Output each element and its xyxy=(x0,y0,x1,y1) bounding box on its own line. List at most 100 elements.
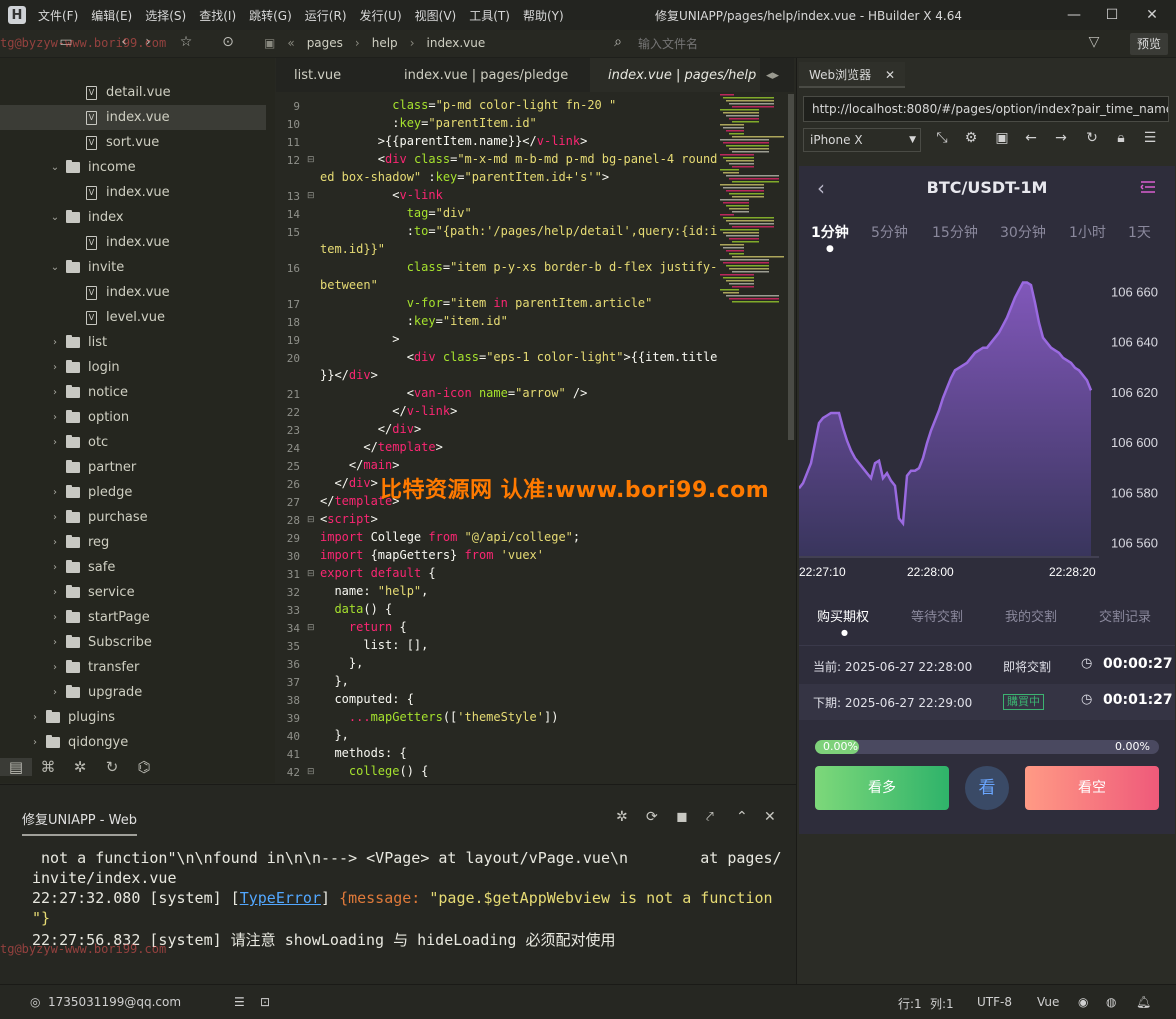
buy-short-button[interactable]: 看空 xyxy=(1025,766,1159,810)
period-15m[interactable]: 15分钟 xyxy=(932,222,978,242)
fold-icon[interactable]: ⊟ xyxy=(307,767,315,777)
menu-edit[interactable]: 编辑(E) xyxy=(91,7,132,24)
fold-icon[interactable]: ⊟ xyxy=(307,569,315,579)
star-icon[interactable]: ☆ xyxy=(176,34,196,50)
menu-help[interactable]: 帮助(Y) xyxy=(523,7,564,24)
plugin-tab-icon[interactable]: ⌬ xyxy=(128,758,160,776)
price-chart[interactable]: 106 660 106 640 106 620 106 600 106 580 106 5… xyxy=(799,270,1175,590)
screenshot-icon[interactable]: ⤡ xyxy=(931,130,953,146)
period-1m[interactable]: 1分钟 xyxy=(811,222,849,242)
settings-gear-icon[interactable]: ⚙ xyxy=(960,130,982,146)
search-tab-icon[interactable]: ⌘ xyxy=(32,758,64,776)
tree-item[interactable]: Vindex.vue xyxy=(0,280,266,305)
tree-item[interactable]: › plugins xyxy=(0,705,266,730)
breadcrumb-back-icon[interactable]: « xyxy=(287,36,294,50)
chevron-right-icon[interactable]: › xyxy=(48,587,62,598)
tree-item[interactable]: › startPage xyxy=(0,605,266,630)
tree-item[interactable]: Vindex.vue xyxy=(0,105,266,130)
menu-goto[interactable]: 跳转(G) xyxy=(249,7,292,24)
period-1h[interactable]: 1小时 xyxy=(1069,222,1106,242)
tree-item[interactable]: › reg xyxy=(0,530,266,555)
menu-publish[interactable]: 发行(U) xyxy=(360,7,402,24)
tree-item[interactable]: › list xyxy=(0,330,266,355)
tab-pledge-index[interactable]: index.vue | pages/pledge xyxy=(386,58,590,92)
tab-waiting-delivery[interactable]: 等待交割 xyxy=(911,606,963,625)
tree-item[interactable]: › Subscribe xyxy=(0,630,266,655)
tree-item[interactable]: › pledge xyxy=(0,480,266,505)
tree-item[interactable]: › service xyxy=(0,580,266,605)
period-1d[interactable]: 1天 xyxy=(1128,222,1151,242)
stop-icon[interactable]: ◼ xyxy=(676,809,688,825)
chevron-right-icon[interactable]: › xyxy=(48,687,62,698)
explorer-tab-icon[interactable]: ▤ xyxy=(0,758,32,776)
tree-item[interactable]: › notice xyxy=(0,380,266,405)
git-tab-icon[interactable]: ↻ xyxy=(96,758,128,776)
chevron-right-icon[interactable]: › xyxy=(48,662,62,673)
list-menu-icon[interactable] xyxy=(1139,180,1157,194)
chevron-right-icon[interactable]: › xyxy=(48,637,62,648)
sidebar-toggle-icon[interactable]: ▣ xyxy=(264,36,275,50)
tab-help-index[interactable]: index.vue | pages/help xyxy=(590,58,760,92)
tree-item[interactable]: Vindex.vue xyxy=(0,230,266,255)
chevron-right-icon[interactable]: › xyxy=(48,437,62,448)
maximize-icon[interactable]: ☐ xyxy=(1100,3,1124,27)
fold-icon[interactable]: ⊟ xyxy=(307,155,315,165)
tab-buy-option[interactable]: 购买期权 xyxy=(817,606,869,625)
close-window-icon[interactable]: ✕ xyxy=(1140,3,1164,27)
tree-item[interactable]: › upgrade xyxy=(0,680,266,705)
tree-item[interactable]: ⌄ index xyxy=(0,205,266,230)
preview-button[interactable]: 预览 xyxy=(1130,33,1168,55)
menu-run[interactable]: 运行(R) xyxy=(305,7,347,24)
notification-icon[interactable]: ◍ xyxy=(1106,995,1116,1009)
chat-icon[interactable]: ◉ xyxy=(1078,995,1088,1009)
tree-item[interactable]: › safe xyxy=(0,555,266,580)
terminal-icon[interactable]: ⊡ xyxy=(260,995,270,1009)
tree-item[interactable]: › purchase xyxy=(0,505,266,530)
chevron-down-icon[interactable]: ⌄ xyxy=(48,162,62,173)
chevron-right-icon[interactable]: › xyxy=(48,412,62,423)
run-icon[interactable]: ⊙ xyxy=(218,34,238,50)
tree-item[interactable]: › option xyxy=(0,405,266,430)
file-search-input[interactable] xyxy=(608,34,1028,54)
chevron-right-icon[interactable]: › xyxy=(48,537,62,548)
devtools-icon[interactable]: ▣ xyxy=(991,130,1013,146)
menu-tools[interactable]: 工具(T) xyxy=(469,7,510,24)
tree-item[interactable]: › transfer xyxy=(0,655,266,680)
chevron-right-icon[interactable]: › xyxy=(48,612,62,623)
breadcrumb-pages[interactable]: pages xyxy=(307,36,343,50)
period-30m[interactable]: 30分钟 xyxy=(1000,222,1046,242)
fold-icon[interactable]: ⊟ xyxy=(307,515,315,525)
chevron-right-icon[interactable]: › xyxy=(48,362,62,373)
minimap[interactable] xyxy=(718,94,790,314)
menu-view[interactable]: 视图(V) xyxy=(415,7,457,24)
fold-icon[interactable]: ⊟ xyxy=(307,191,315,201)
clear-icon[interactable]: ✕ xyxy=(764,809,776,825)
bug-icon[interactable]: ✲ xyxy=(616,809,628,825)
menu-find[interactable]: 查找(I) xyxy=(199,7,236,24)
close-tab-icon[interactable]: ✕ xyxy=(885,68,895,82)
user-icon[interactable]: ◎ xyxy=(30,995,40,1009)
tree-item[interactable]: › login xyxy=(0,355,266,380)
breadcrumb-help[interactable]: help xyxy=(372,36,398,50)
bell-icon[interactable]: 🔔︎ xyxy=(1136,995,1151,1009)
tab-my-delivery[interactable]: 我的交割 xyxy=(1005,606,1057,625)
tab-delivery-records[interactable]: 交割记录 xyxy=(1099,606,1151,625)
tree-item[interactable]: Vlevel.vue xyxy=(0,305,266,330)
debug-tab-icon[interactable]: ✲ xyxy=(64,758,96,776)
chevron-right-icon[interactable]: › xyxy=(28,712,42,723)
chevron-right-icon[interactable]: › xyxy=(48,562,62,573)
language-mode[interactable]: Vue xyxy=(1037,995,1059,1009)
restart-icon[interactable]: ⟳ xyxy=(646,809,658,825)
tree-item[interactable]: ⌄ invite xyxy=(0,255,266,280)
menu-select[interactable]: 选择(S) xyxy=(145,7,186,24)
code-editor[interactable]: 9 class="p-md color-light fn-20 " 10 :key… xyxy=(276,92,794,784)
console-tab[interactable]: 修复UNIAPP - Web xyxy=(22,809,137,836)
chevron-right-icon[interactable]: › xyxy=(28,737,42,748)
chevron-right-icon[interactable]: › xyxy=(48,487,62,498)
refresh-icon[interactable]: ↻ xyxy=(1081,130,1103,146)
collapse-icon[interactable]: ⌃ xyxy=(736,809,748,825)
device-select[interactable]: iPhone X ▼ xyxy=(803,128,921,152)
minimize-icon[interactable]: — xyxy=(1062,3,1086,27)
error-type-link[interactable]: TypeError xyxy=(240,889,321,907)
menu-file[interactable]: 文件(F) xyxy=(38,7,78,24)
